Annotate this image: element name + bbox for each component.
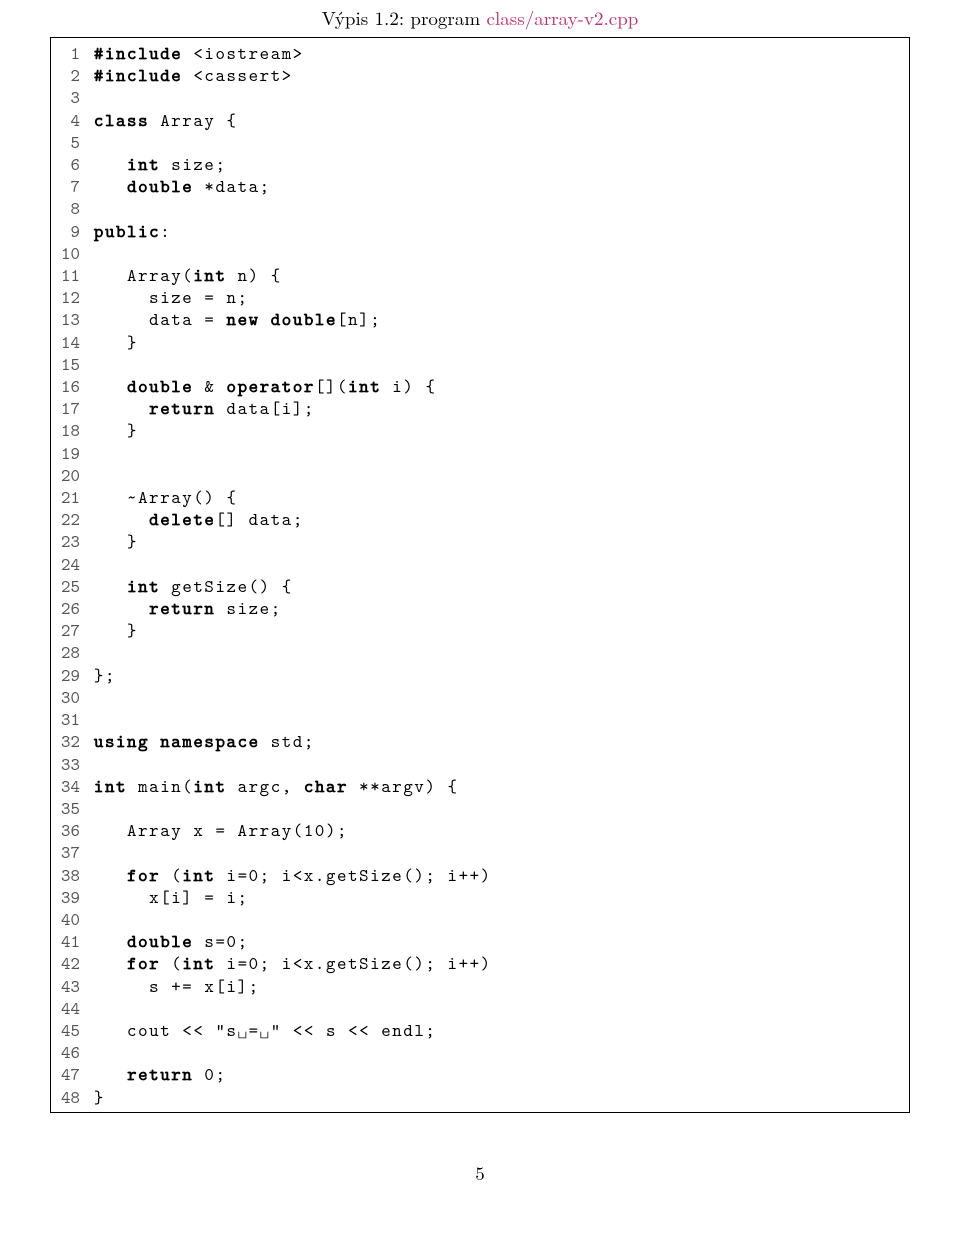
code-listing: 1 2 3 4 5 6 7 8 9 10 11 12 13 14 15 16 1… [50, 37, 910, 1113]
code-body: #include <iostream> #include <cassert> c… [88, 38, 909, 1112]
page-number: 5 [50, 1159, 910, 1186]
page: Výpis 1.2: program class/array-v2.cpp 1 … [0, 0, 960, 1246]
line-number-gutter: 1 2 3 4 5 6 7 8 9 10 11 12 13 14 15 16 1… [51, 38, 88, 1112]
listing-caption: Výpis 1.2: program class/array-v2.cpp [50, 0, 910, 31]
caption-prefix: Výpis 1.2: program [322, 4, 487, 31]
caption-link: class/array-v2.cpp [487, 4, 639, 31]
